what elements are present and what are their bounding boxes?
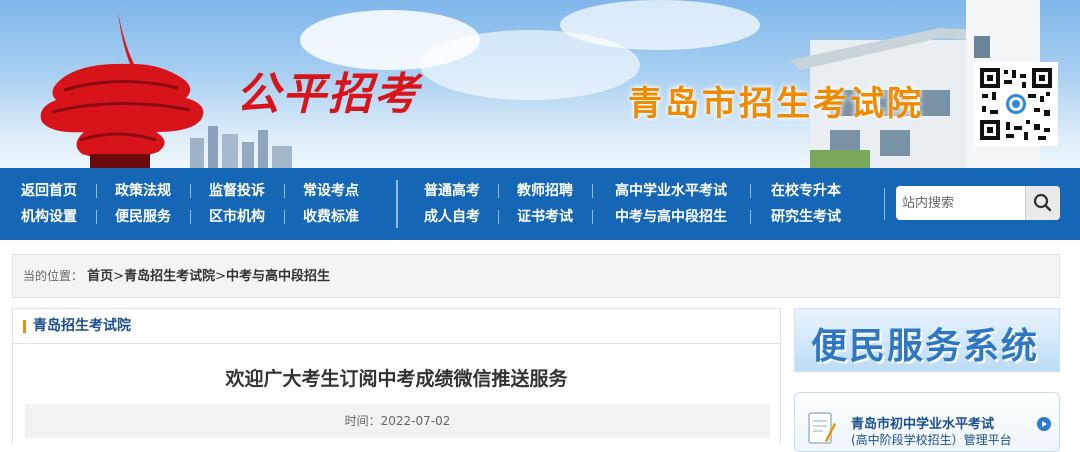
article-title: 欢迎广大考生订阅中考成绩微信推送服务 bbox=[225, 368, 568, 390]
nav-separator bbox=[750, 210, 751, 224]
nav-exam-sites[interactable]: 常设考点 bbox=[284, 178, 378, 204]
breadcrumb-institute[interactable]: 青岛招生考试院 bbox=[124, 269, 215, 284]
breadcrumb-prefix: 当的位置： bbox=[23, 269, 84, 283]
nav-separator bbox=[592, 210, 593, 224]
breadcrumb-separator: > bbox=[215, 269, 226, 284]
cloud-decoration bbox=[560, 0, 760, 50]
section-accent-bar bbox=[23, 320, 26, 333]
nav-adult-exam[interactable]: 成人自考 bbox=[406, 204, 498, 230]
exam-platform-link[interactable]: 青岛市初中学业水平考试 (高中阶段学校招生）管理平台 bbox=[794, 392, 1060, 452]
nav-certificate-exam[interactable]: 证书考试 bbox=[498, 204, 592, 230]
exam-platform-subtitle: (高中阶段学校招生）管理平台 bbox=[851, 433, 1012, 447]
section-title: 青岛招生考试院 bbox=[33, 318, 131, 334]
article-date: 时间：2022-07-02 bbox=[25, 404, 770, 438]
search-input[interactable] bbox=[896, 186, 1036, 220]
convenience-service-title: 便民服务系统 bbox=[811, 326, 1040, 367]
site-title: 青岛市招生考试院 bbox=[628, 84, 924, 124]
nav-postgraduate[interactable]: 研究生考试 bbox=[750, 204, 862, 230]
header-banner: 公平招考 青岛市招生考试院 bbox=[0, 0, 1080, 168]
nav-separator bbox=[498, 184, 499, 198]
nav-organization[interactable]: 机构设置 bbox=[2, 204, 96, 230]
nav-separator bbox=[750, 184, 751, 198]
site-search bbox=[896, 186, 1060, 220]
breadcrumb-separator: > bbox=[113, 269, 125, 284]
nav-zhongkao[interactable]: 中考与高中段招生 bbox=[592, 204, 750, 230]
nav-policy[interactable]: 政策法规 bbox=[96, 178, 190, 204]
breadcrumb: 当的位置： 首页>青岛招生考试院>中考与高中段招生 bbox=[12, 254, 1060, 298]
nav-complaints[interactable]: 监督投诉 bbox=[190, 178, 284, 204]
nav-separator bbox=[284, 184, 285, 198]
search-button[interactable] bbox=[1025, 186, 1060, 220]
breadcrumb-current[interactable]: 中考与高中段招生 bbox=[226, 269, 330, 284]
nav-group-divider bbox=[396, 180, 398, 228]
nav-fees[interactable]: 收费标准 bbox=[284, 204, 378, 230]
qingdao-sculpture-logo bbox=[40, 12, 204, 168]
exam-platform-title: 青岛市初中学业水平考试 bbox=[851, 417, 995, 432]
nav-academic-test[interactable]: 高中学业水平考试 bbox=[592, 178, 750, 204]
document-pen-icon bbox=[808, 412, 836, 444]
search-icon bbox=[1033, 193, 1052, 212]
nav-separator bbox=[96, 210, 97, 224]
nav-teacher-recruit[interactable]: 教师招聘 bbox=[498, 178, 592, 204]
nav-home[interactable]: 返回首页 bbox=[2, 178, 96, 204]
article-panel: 青岛招生考试院 欢迎广大考生订阅中考成绩微信推送服务 时间：2022-07-02 bbox=[12, 308, 781, 444]
nav-separator bbox=[190, 210, 191, 224]
nav-separator bbox=[190, 184, 191, 198]
nav-group-right: 普通高考 成人自考 教师招聘 证书考试 高中学业水平考试 中考与高中段招生 在校… bbox=[406, 178, 862, 230]
slogan-calligraphy: 公平招考 bbox=[236, 69, 420, 120]
nav-separator bbox=[498, 210, 499, 224]
nav-separator bbox=[884, 188, 885, 220]
nav-separator bbox=[592, 184, 593, 198]
breadcrumb-home[interactable]: 首页 bbox=[87, 269, 113, 284]
nav-separator bbox=[96, 184, 97, 198]
nav-gaokao[interactable]: 普通高考 bbox=[406, 178, 498, 204]
wechat-qr-code-icon bbox=[974, 62, 1058, 146]
arrow-right-icon bbox=[1037, 417, 1051, 431]
nav-upgrade[interactable]: 在校专升本 bbox=[750, 178, 862, 204]
nav-district[interactable]: 区市机构 bbox=[190, 204, 284, 230]
nav-separator bbox=[284, 210, 285, 224]
section-header: 青岛招生考试院 bbox=[13, 309, 780, 344]
convenience-service-banner[interactable]: 便民服务系统 bbox=[794, 308, 1060, 372]
nav-services[interactable]: 便民服务 bbox=[96, 204, 190, 230]
